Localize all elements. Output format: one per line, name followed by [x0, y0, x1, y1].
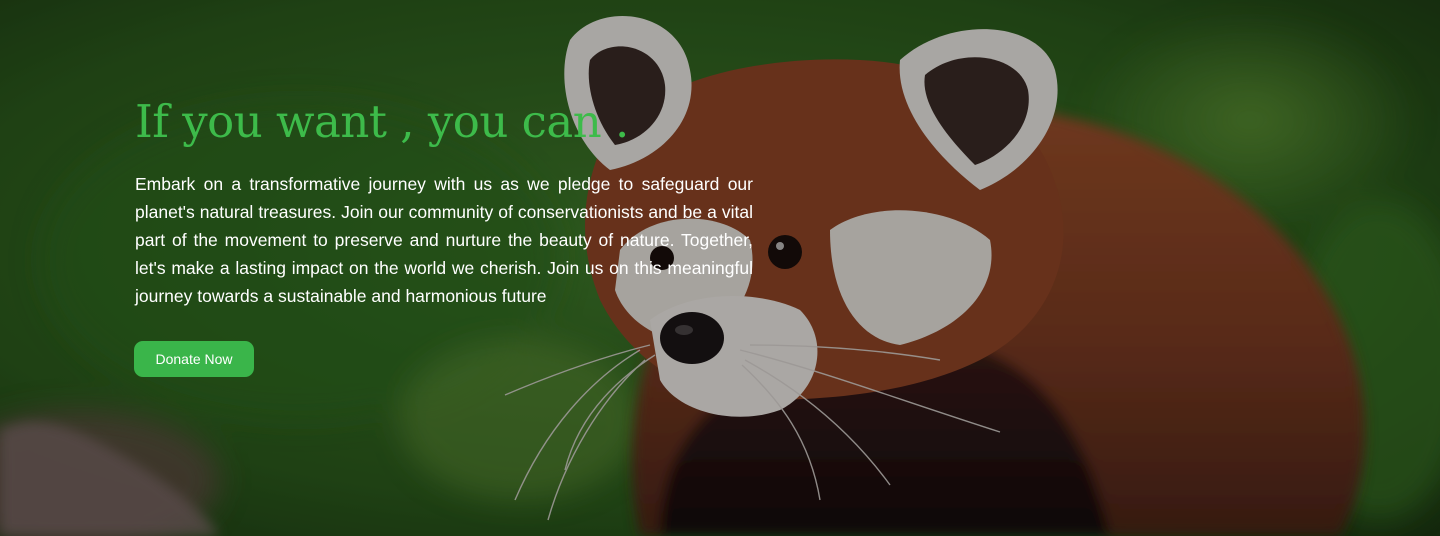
hero-content: If you want , you can . Embark on a tran…: [135, 92, 753, 310]
hero-title: If you want , you can .: [135, 95, 629, 148]
hero-section: If you want , you can . Embark on a tran…: [0, 0, 1440, 536]
hero-description: Embark on a transformative journey with …: [135, 174, 753, 306]
donate-now-button[interactable]: Donate Now: [134, 341, 254, 377]
